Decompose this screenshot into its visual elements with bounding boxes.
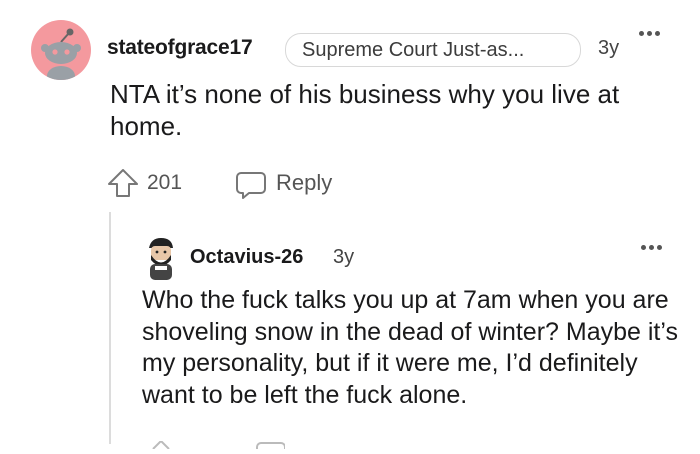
reply-actions[interactable]: [145, 436, 286, 450]
upvote-icon[interactable]: [107, 168, 139, 203]
comment-timestamp[interactable]: 3y: [598, 37, 619, 60]
custom-avatar-icon: [149, 238, 173, 280]
comment-body: NTA it’s none of his business why you li…: [110, 79, 620, 141]
user-flair: Supreme Court Just-as...: [285, 33, 581, 67]
reply-button[interactable]: Reply: [276, 170, 332, 196]
comment-author[interactable]: stateofgrace17: [107, 36, 253, 60]
vote-count: 201: [147, 171, 183, 194]
snoo-avatar-icon: [41, 28, 81, 80]
more-options-icon[interactable]: [639, 31, 660, 36]
reply-icon[interactable]: [235, 170, 267, 205]
reply-author[interactable]: Octavius-26: [190, 246, 303, 269]
avatar[interactable]: [31, 20, 91, 80]
reply-timestamp[interactable]: 3y: [333, 246, 354, 269]
avatar[interactable]: [143, 236, 179, 280]
reply-body: Who the fuck talks you up at 7am when yo…: [142, 286, 678, 409]
more-options-icon[interactable]: [641, 245, 662, 250]
thread-line[interactable]: [109, 212, 111, 444]
